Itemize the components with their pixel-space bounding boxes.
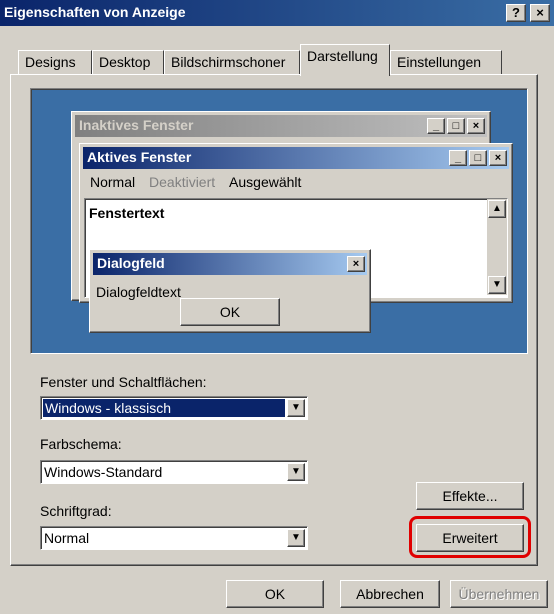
preview-menu-bar: Normal Deaktiviert Ausgewählt <box>90 174 301 190</box>
menu-disabled: Deaktiviert <box>149 174 216 190</box>
tab-desktop[interactable]: Desktop <box>92 50 164 74</box>
menu-normal: Normal <box>90 174 136 190</box>
effects-button[interactable]: Effekte... <box>416 482 524 510</box>
close-button[interactable]: × <box>530 4 550 22</box>
maximize-icon: □ <box>469 150 487 166</box>
tab-designs[interactable]: Designs <box>18 50 92 74</box>
apply-button[interactable]: Übernehmen <box>450 580 548 608</box>
active-window-titlebar: Aktives Fenster _ □ × <box>83 147 509 169</box>
font-size-label: Schriftgrad: <box>40 503 112 519</box>
window-text: Fenstertext <box>89 205 165 221</box>
preview-scrollbar: ▲ ▼ <box>487 199 507 295</box>
dialog-titlebar: Dialogfeld × <box>93 253 367 275</box>
scroll-down-icon: ▼ <box>488 276 506 294</box>
scroll-up-icon: ▲ <box>488 200 506 218</box>
color-scheme-select[interactable]: Windows-Standard ▼ <box>40 460 308 484</box>
active-window-title: Aktives Fenster <box>87 149 192 165</box>
tab-darstellung[interactable]: Darstellung <box>300 44 390 76</box>
font-size-select[interactable]: Normal ▼ <box>40 526 308 550</box>
dialog-ok-button: OK <box>180 298 280 326</box>
minimize-icon: _ <box>427 118 445 134</box>
menu-selected: Ausgewählt <box>229 174 302 190</box>
help-button[interactable]: ? <box>506 4 526 22</box>
window-title: Eigenschaften von Anzeige <box>4 4 186 20</box>
close-icon: × <box>489 150 507 166</box>
inactive-window-title: Inaktives Fenster <box>79 117 194 133</box>
title-bar[interactable]: Eigenschaften von Anzeige ? × <box>0 0 554 26</box>
font-size-value: Normal <box>44 530 90 546</box>
highlight-annotation <box>409 516 531 558</box>
color-scheme-value: Windows-Standard <box>44 464 163 480</box>
dialog-text: Dialogfeldtext <box>96 284 181 300</box>
windows-buttons-label: Fenster und Schaltflächen: <box>40 374 207 390</box>
cancel-button[interactable]: Abbrechen <box>340 580 440 608</box>
minimize-icon: _ <box>449 150 467 166</box>
close-icon: × <box>347 256 365 272</box>
color-scheme-label: Farbschema: <box>40 436 122 452</box>
inactive-window-titlebar: Inaktives Fenster _ □ × <box>75 115 487 137</box>
windows-buttons-select[interactable]: Windows - klassisch ▼ <box>40 396 308 420</box>
appearance-preview: Inaktives Fenster _ □ × Aktives Fenster … <box>30 88 528 354</box>
tab-bildschirmschoner[interactable]: Bildschirmschoner <box>164 50 300 74</box>
close-icon: × <box>467 118 485 134</box>
maximize-icon: □ <box>447 118 465 134</box>
chevron-down-icon[interactable]: ▼ <box>287 463 305 481</box>
dialog-preview: Dialogfeld × Dialogfeldtext OK <box>89 249 371 333</box>
dialog-title: Dialogfeld <box>97 255 165 271</box>
ok-button[interactable]: OK <box>226 580 324 608</box>
chevron-down-icon[interactable]: ▼ <box>287 399 305 417</box>
tab-einstellungen[interactable]: Einstellungen <box>390 50 502 74</box>
chevron-down-icon[interactable]: ▼ <box>287 529 305 547</box>
windows-buttons-value: Windows - klassisch <box>43 399 285 417</box>
